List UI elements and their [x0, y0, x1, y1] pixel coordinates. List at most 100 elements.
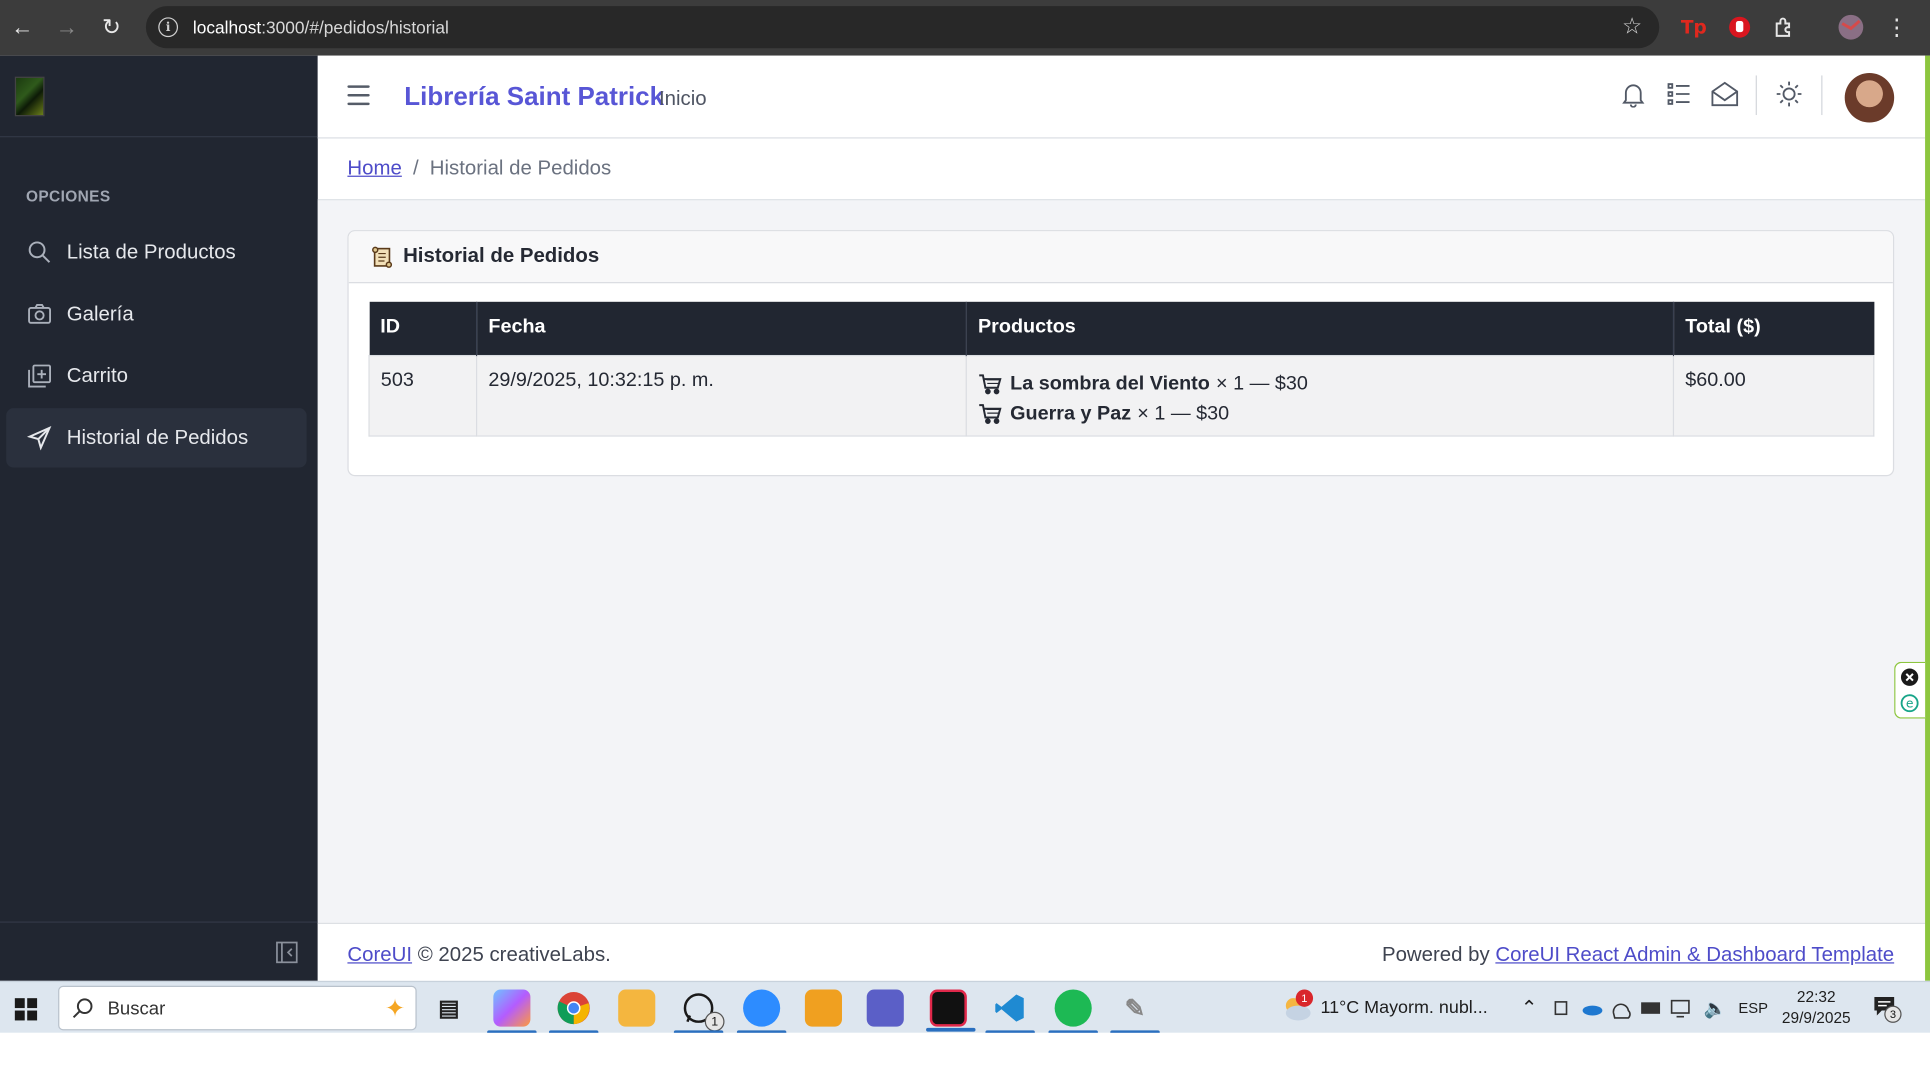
- breadcrumb-separator: /: [412, 157, 419, 180]
- windows-start-icon[interactable]: [14, 998, 38, 1021]
- footer-right: Powered by CoreUI React Admin & Dashboar…: [1382, 944, 1894, 968]
- card-title: Historial de Pedidos: [403, 244, 600, 268]
- powered-by-text: Powered by: [1381, 943, 1490, 967]
- cell-fecha: 29/9/2025, 10:32:15 p. m.: [476, 354, 967, 437]
- extensions-puzzle-icon[interactable]: [1771, 14, 1798, 41]
- sidebar: OPCIONES Lista de Productos Galería Carr…: [0, 55, 318, 981]
- blank-area: [0, 1032, 1930, 1086]
- camera-icon: [26, 301, 53, 328]
- footer-left: CoreUI © 2025 creativeLabs.: [347, 944, 610, 968]
- product-name: La sombra del Viento: [1010, 372, 1210, 394]
- show-hidden-icons-icon[interactable]: ⌃: [1521, 982, 1538, 1034]
- sidebar-collapse-icon[interactable]: [276, 941, 298, 964]
- weather-widget[interactable]: 1 11°C Mayorm. nubl...: [1281, 982, 1488, 1034]
- avatar[interactable]: [1844, 72, 1895, 123]
- forward-icon[interactable]: →: [45, 0, 90, 56]
- column-header-productos: Productos: [966, 301, 1675, 355]
- intellij-app-icon[interactable]: [926, 989, 976, 1032]
- logo[interactable]: [14, 76, 45, 116]
- cell-productos: La sombra del Viento × 1 — $30 Guerra y …: [965, 354, 1675, 437]
- extension-red-hand-icon[interactable]: [1726, 14, 1753, 41]
- language-indicator[interactable]: ESP: [1738, 982, 1768, 1034]
- whatsapp-app-icon[interactable]: 1: [673, 990, 725, 1035]
- close-circle-icon[interactable]: [1900, 668, 1919, 693]
- column-header-id: ID: [369, 301, 478, 355]
- main-content: Historial de Pedidos ID Fecha Productos …: [317, 200, 1926, 923]
- taskbar-search[interactable]: Buscar ✦: [58, 985, 417, 1031]
- sidebar-item-label: Historial de Pedidos: [66, 426, 249, 449]
- sun-icon[interactable]: [1775, 80, 1805, 110]
- chrome-app-icon[interactable]: [548, 990, 599, 1035]
- file-explorer-icon[interactable]: [618, 989, 656, 1027]
- header-divider: [1821, 75, 1823, 116]
- sidebar-section-title: OPCIONES: [25, 188, 111, 206]
- cell-total: $60.00: [1672, 354, 1875, 437]
- sidebar-item-label: Lista de Productos: [66, 240, 236, 263]
- floating-extension-panel: e: [1894, 661, 1926, 719]
- clock-time: 22:32: [1796, 988, 1836, 1006]
- breadcrumb-home-link[interactable]: Home: [347, 157, 401, 181]
- cloud-sun-icon: 1: [1281, 989, 1314, 1021]
- coreui-link[interactable]: CoreUI: [347, 944, 412, 966]
- tray-icons: [1553, 982, 1701, 1034]
- bell-icon[interactable]: [1620, 80, 1650, 110]
- column-header-total: Total ($): [1673, 301, 1874, 355]
- copilot-app-icon[interactable]: [487, 989, 537, 1035]
- screen: ← → ↻ i localhost:3000/#/pedidos/histori…: [0, 0, 1930, 1086]
- copyright-text: © 2025 creativeLabs.: [417, 943, 611, 967]
- back-icon[interactable]: ←: [0, 0, 45, 56]
- copilot-sparkle-icon: ✦: [384, 995, 406, 1023]
- bookmark-star-icon[interactable]: ☆: [1622, 14, 1642, 40]
- zoom-app-icon[interactable]: [736, 989, 787, 1035]
- hamburger-menu-icon[interactable]: [347, 85, 370, 106]
- sidebar-item-historial-de-pedidos[interactable]: Historial de Pedidos: [6, 408, 307, 468]
- notifications-icon[interactable]: 3: [1872, 982, 1902, 1034]
- shopping-cart-icon: [978, 403, 1002, 425]
- browser-menu-icon[interactable]: ⋮: [1883, 14, 1910, 41]
- system-clock[interactable]: 22:32 29/9/2025: [1773, 987, 1860, 1029]
- sidebar-item-galeria[interactable]: Galería: [6, 284, 306, 343]
- address-url: localhost:3000/#/pedidos/historial: [192, 17, 449, 38]
- site-info-icon[interactable]: i: [158, 17, 179, 38]
- orders-table: ID Fecha Productos Total ($) 503 29/9/20…: [368, 301, 1875, 437]
- extension-e-icon[interactable]: e: [1900, 694, 1919, 719]
- list-icon[interactable]: [1665, 80, 1695, 110]
- envelope-open-icon[interactable]: [1710, 80, 1740, 110]
- sidebar-item-lista-de-productos[interactable]: Lista de Productos: [6, 223, 306, 282]
- extension-side-border: [1925, 55, 1930, 981]
- sidebar-brand: [0, 56, 318, 138]
- paper-plane-icon: [26, 424, 53, 451]
- address-bar[interactable]: i localhost:3000/#/pedidos/historial ☆: [145, 6, 1660, 49]
- profile-avatar-icon[interactable]: [1837, 14, 1864, 41]
- header-divider: [1755, 75, 1757, 116]
- reload-icon[interactable]: ↻: [89, 0, 134, 56]
- product-detail: × 1 — $30: [1137, 402, 1230, 424]
- header: Librería Saint Patrick Inicio: [317, 55, 1926, 139]
- card-header: Historial de Pedidos: [348, 231, 1893, 284]
- brand-title[interactable]: Librería Saint Patrick: [404, 83, 664, 113]
- orders-card: Historial de Pedidos ID Fecha Productos …: [347, 230, 1895, 477]
- extension-tp-icon[interactable]: Tp: [1680, 14, 1707, 41]
- vscode-app-icon[interactable]: [985, 990, 1035, 1035]
- taskbar-search-placeholder: Buscar: [107, 997, 166, 1019]
- sidebar-item-label: Galería: [66, 302, 134, 325]
- product-line: La sombra del Viento × 1 — $30: [978, 369, 1662, 399]
- shopping-cart-icon: [978, 374, 1002, 395]
- sidebar-item-carrito[interactable]: Carrito: [6, 346, 306, 405]
- coreui-template-link[interactable]: CoreUI React Admin & Dashboard Template: [1495, 944, 1894, 966]
- whatsapp-badge: 1: [704, 1011, 725, 1032]
- teams-app-icon[interactable]: [866, 989, 904, 1027]
- nav-link-inicio[interactable]: Inicio: [659, 88, 707, 112]
- volume-icon[interactable]: 🔈: [1704, 982, 1727, 1034]
- idea-app-icon[interactable]: [804, 989, 842, 1027]
- product-detail: × 1 — $30: [1216, 372, 1308, 394]
- notification-badge: 3: [1884, 1005, 1902, 1023]
- task-view-icon[interactable]: ▤: [430, 990, 467, 1027]
- sidebar-item-label: Carrito: [66, 364, 128, 387]
- windows-taskbar: Buscar ✦ ▤ 1 ✎ 1 11°C Mayorm. nubl... ⌃ …: [0, 980, 1930, 1035]
- weather-text: 11°C Mayorm. nubl...: [1320, 998, 1488, 1018]
- svg-text:e: e: [1906, 697, 1914, 711]
- paint-app-icon[interactable]: ✎: [1110, 990, 1160, 1035]
- column-header-fecha: Fecha: [476, 301, 967, 355]
- spotify-app-icon[interactable]: [1048, 989, 1098, 1035]
